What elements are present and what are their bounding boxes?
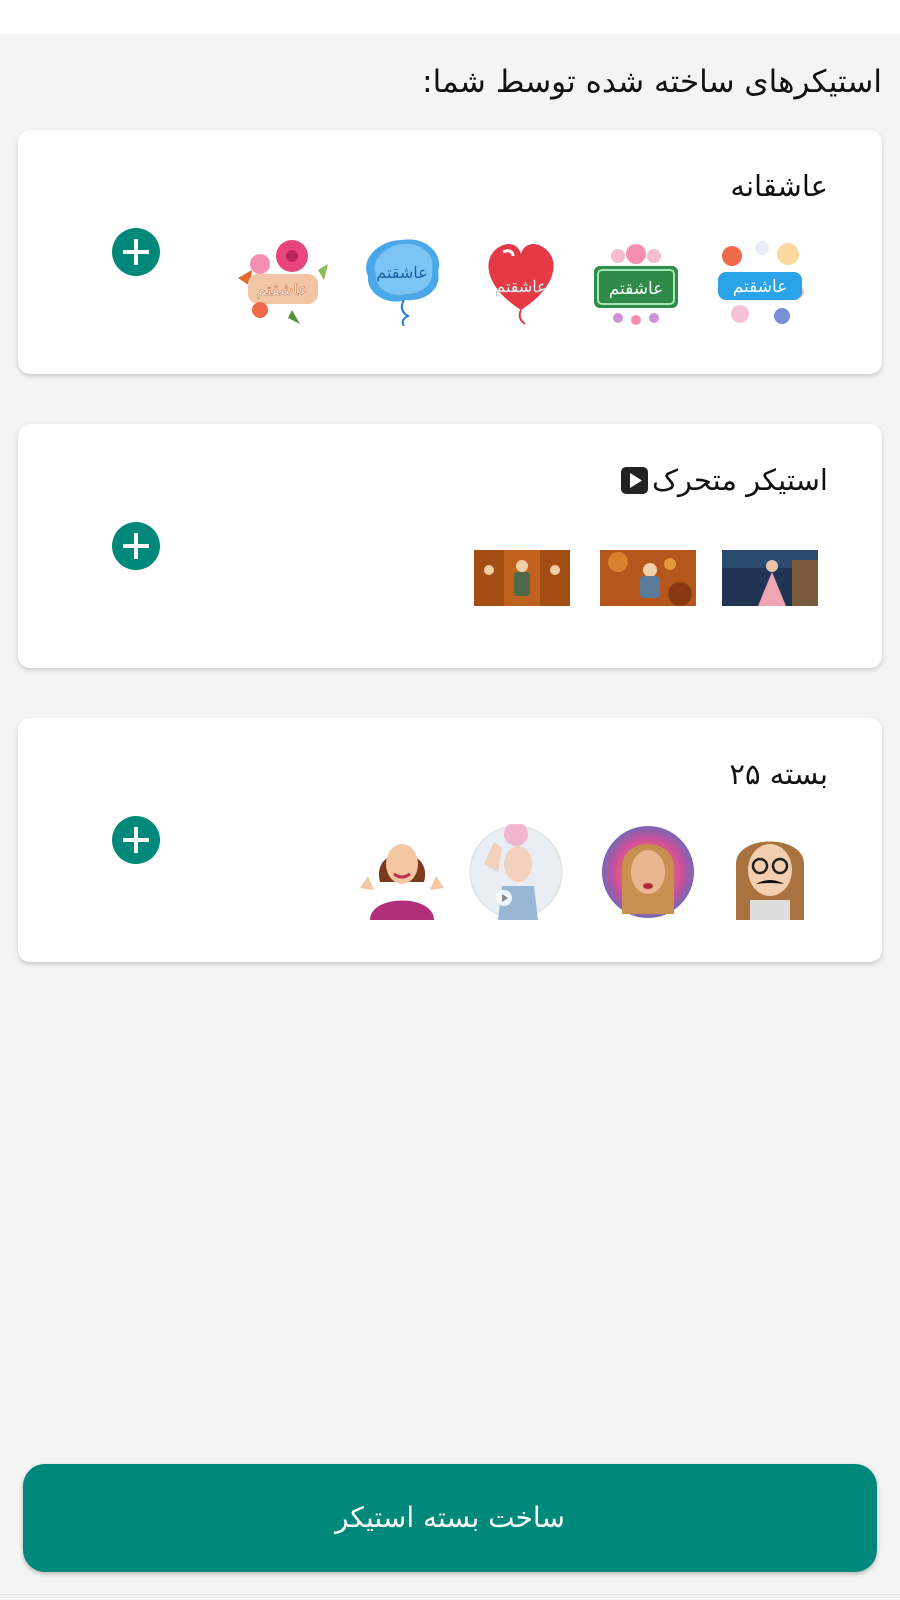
plus-icon (123, 827, 149, 853)
sticker-thumbnail[interactable]: عاشقتم (473, 232, 569, 328)
create-sticker-pack-button[interactable]: ساخت بسته استیکر (23, 1464, 877, 1572)
sticker-pack-card[interactable]: استیکر متحرک (18, 424, 882, 668)
add-sticker-button[interactable] (112, 228, 160, 276)
svg-text:عاشقتم: عاشقتم (733, 277, 788, 297)
sticker-thumbnail[interactable]: عاشقتم (588, 236, 684, 332)
sticker-thumbnail[interactable] (468, 824, 564, 920)
sticker-thumbnail[interactable]: عاشقتم (234, 234, 330, 330)
sticker-thumbnail[interactable] (354, 824, 450, 920)
pack-title: بسته ۲۵ (729, 754, 828, 794)
page-title: استیکرهای ساخته شده توسط شما: (422, 64, 882, 100)
sticker-pack-card[interactable]: بسته ۲۵ (18, 718, 882, 962)
sticker-thumbnail[interactable] (722, 550, 818, 606)
sticker-thumbnail[interactable] (600, 550, 696, 606)
pack-title-text: استیکر متحرک (651, 463, 828, 497)
sticker-thumbnail[interactable] (600, 824, 696, 920)
pack-title: عاشقانه (730, 166, 828, 206)
play-icon (620, 466, 648, 494)
svg-text:عاشقتم: عاشقتم (495, 277, 546, 296)
sticker-thumbnail[interactable] (722, 824, 818, 920)
pack-title-text: عاشقانه (730, 169, 828, 203)
svg-text:عاشقتم: عاشقتم (256, 280, 307, 299)
add-sticker-button[interactable] (112, 522, 160, 570)
sticker-thumbnail[interactable]: عاشقتم (354, 230, 450, 326)
sticker-thumbnail[interactable] (474, 550, 570, 606)
add-sticker-button[interactable] (112, 816, 160, 864)
pack-title-text: بسته ۲۵ (729, 757, 828, 791)
sticker-thumbnail[interactable]: عاشقتم (712, 236, 808, 332)
status-bar-area (0, 0, 900, 34)
pack-title: استیکر متحرک (620, 460, 828, 500)
sticker-pack-card[interactable]: عاشقانه عاشقتم عاشقتم عاشقتم عاشقتم عاشق… (18, 130, 882, 374)
svg-text:عاشقتم: عاشقتم (609, 279, 664, 299)
divider (0, 1594, 900, 1595)
plus-icon (123, 533, 149, 559)
plus-icon (123, 239, 149, 265)
svg-text:عاشقتم: عاشقتم (376, 263, 427, 282)
